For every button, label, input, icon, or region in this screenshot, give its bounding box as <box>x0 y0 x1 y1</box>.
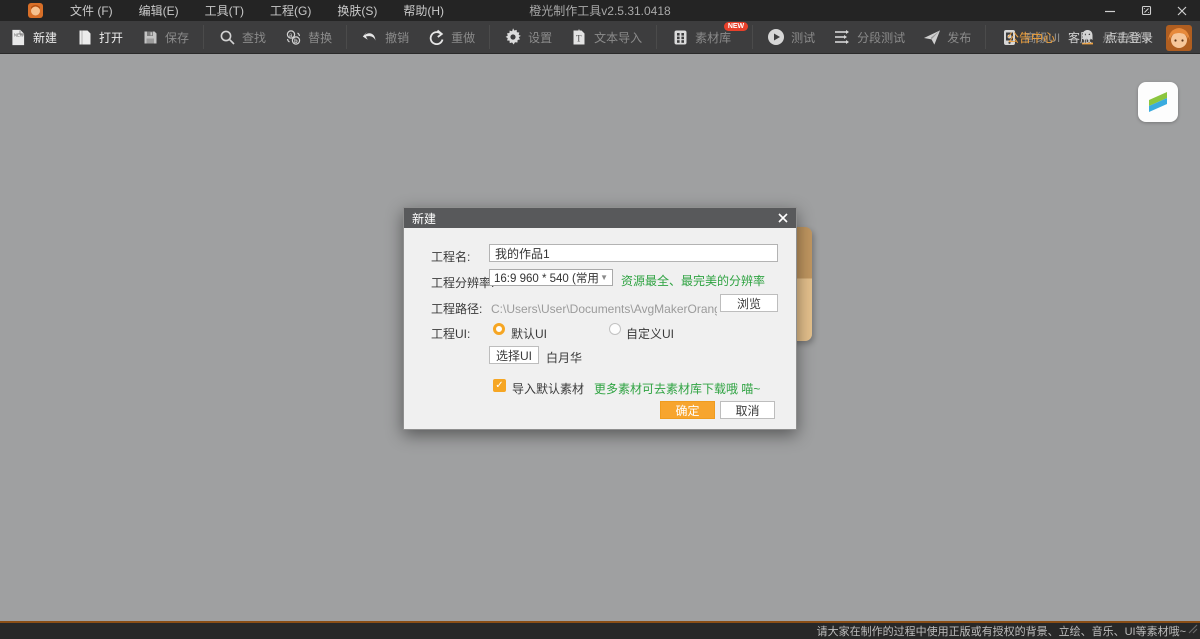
select-ui-button[interactable]: 选择UI <box>489 346 539 364</box>
toolbar-button-label: 保存 <box>165 29 189 46</box>
ui-theme-name: 白月华 <box>546 349 582 366</box>
custom-ui-radio-label[interactable]: 自定义UI <box>626 325 674 342</box>
engine-logo-tile <box>1138 82 1178 122</box>
segment-test-icon <box>833 28 851 46</box>
text-import-icon: T <box>570 28 588 46</box>
toolbar-divider <box>203 25 204 49</box>
announcement-center-link[interactable]: 公告中心 <box>1007 29 1055 46</box>
close-icon[interactable] <box>776 211 790 225</box>
publish-icon <box>923 28 941 46</box>
menu-project[interactable]: 工程(G) <box>257 2 324 19</box>
main-toolbar: NEW 新建 打开 保存 查找 ab 替换 撤销 <box>0 21 1200 54</box>
menu-tools[interactable]: 工具(T) <box>192 2 257 19</box>
chevron-down-icon: ▼ <box>600 273 608 282</box>
toolbar-divider <box>346 25 347 49</box>
toolbar-divider <box>656 25 657 49</box>
project-name-input[interactable] <box>489 244 778 262</box>
resolution-label: 工程分辨率: <box>431 274 494 291</box>
login-link[interactable]: 点击登录 <box>1105 29 1153 46</box>
user-avatar[interactable] <box>1166 25 1192 51</box>
toolbar-divider <box>752 25 753 49</box>
s-logo-icon <box>1144 88 1172 116</box>
toolbar-divider <box>985 25 986 49</box>
project-path-label: 工程路径: <box>431 300 482 317</box>
svg-text:b: b <box>294 39 298 45</box>
publish-button[interactable]: 发布 <box>914 21 980 53</box>
default-ui-radio[interactable] <box>493 323 505 335</box>
toolbar-right-cluster: 公告中心 客服 点击登录 <box>1007 21 1192 54</box>
open-project-button[interactable]: 打开 <box>66 21 132 53</box>
menu-skin[interactable]: 换肤(S) <box>324 2 390 19</box>
toolbar-button-label: 文本导入 <box>594 29 642 46</box>
toolbar-button-label: 分段测试 <box>857 29 905 46</box>
browse-button[interactable]: 浏览 <box>720 294 778 312</box>
ok-button[interactable]: 确定 <box>660 401 715 419</box>
project-name-label: 工程名: <box>431 248 470 265</box>
resolution-selected-value: 16:9 960 * 540 (常用) <box>494 270 598 286</box>
new-badge: NEW <box>724 22 748 31</box>
save-icon <box>141 28 159 46</box>
toolbar-button-label: 设置 <box>528 29 552 46</box>
resolution-hint: 资源最全、最完美的分辨率 <box>621 272 765 289</box>
open-file-icon <box>75 28 93 46</box>
toolbar-button-label: 替换 <box>308 29 332 46</box>
toolbar-button-label: 查找 <box>242 29 266 46</box>
menu-file[interactable]: 文件 (F) <box>57 2 126 19</box>
menu-edit[interactable]: 编辑(E) <box>126 2 192 19</box>
replace-button[interactable]: ab 替换 <box>275 21 341 53</box>
resize-grip-icon[interactable] <box>1188 624 1198 637</box>
replace-icon: ab <box>284 28 302 46</box>
restore-button[interactable] <box>1128 0 1164 21</box>
new-project-button[interactable]: NEW 新建 <box>0 21 66 53</box>
cancel-button[interactable]: 取消 <box>720 401 775 419</box>
find-button[interactable]: 查找 <box>209 21 275 53</box>
test-button[interactable]: 测试 <box>758 21 824 53</box>
toolbar-button-label: 素材库 <box>695 29 731 46</box>
play-icon <box>767 28 785 46</box>
new-file-icon: NEW <box>9 28 27 46</box>
toolbar-button-label: 打开 <box>99 29 123 46</box>
svg-text:T: T <box>576 33 582 43</box>
toolbar-button-label: 发布 <box>947 29 971 46</box>
redo-button[interactable]: 重做 <box>418 21 484 53</box>
window-title: 橙光制作工具v2.5.31.0418 <box>529 2 670 19</box>
toolbar-button-label: 重做 <box>451 29 475 46</box>
new-project-dialog: 新建 工程名: 工程分辨率: 16:9 960 * 540 (常用) ▼ 资源最… <box>403 207 797 430</box>
close-window-button[interactable] <box>1164 0 1200 21</box>
dialog-title: 新建 <box>412 210 436 227</box>
settings-button[interactable]: 设置 <box>495 21 561 53</box>
minimize-button[interactable] <box>1092 0 1128 21</box>
window-titlebar: 文件 (F) 编辑(E) 工具(T) 工程(G) 换肤(S) 帮助(H) 橙光制… <box>0 0 1200 21</box>
text-import-button[interactable]: T 文本导入 <box>561 21 651 53</box>
app-logo-icon <box>28 3 43 18</box>
dialog-titlebar[interactable]: 新建 <box>404 208 796 228</box>
customer-service-link[interactable]: 客服 <box>1068 29 1092 46</box>
toolbar-button-label: 测试 <box>791 29 815 46</box>
undo-icon <box>361 28 379 46</box>
resolution-select[interactable]: 16:9 960 * 540 (常用) ▼ <box>489 269 613 286</box>
import-materials-checkbox[interactable]: ✓ <box>493 379 506 392</box>
project-path-value: C:\Users\User\Documents\AvgMakerOrange\我… <box>491 300 717 317</box>
toolbar-button-label: 新建 <box>33 29 57 46</box>
status-bar: 请大家在制作的过程中使用正版或有授权的背景、立绘、音乐、UI等素材哦~ <box>0 621 1200 639</box>
save-button[interactable]: 保存 <box>132 21 198 53</box>
import-materials-label[interactable]: 导入默认素材 <box>512 380 584 397</box>
segment-test-button[interactable]: 分段测试 <box>824 21 914 53</box>
material-library-button[interactable]: 素材库 NEW <box>662 21 740 53</box>
gear-icon <box>504 28 522 46</box>
library-icon <box>671 28 689 46</box>
undo-button[interactable]: 撤销 <box>352 21 418 53</box>
toolbar-button-label: 撤销 <box>385 29 409 46</box>
custom-ui-radio[interactable] <box>609 323 621 335</box>
status-message: 请大家在制作的过程中使用正版或有授权的背景、立绘、音乐、UI等素材哦~ <box>817 623 1186 639</box>
project-ui-label: 工程UI: <box>431 325 470 342</box>
menu-help[interactable]: 帮助(H) <box>390 2 457 19</box>
import-materials-hint: 更多素材可去素材库下载哦 喵~ <box>594 380 760 397</box>
redo-icon <box>427 28 445 46</box>
default-ui-radio-label[interactable]: 默认UI <box>511 325 547 342</box>
toolbar-divider <box>489 25 490 49</box>
svg-text:NEW: NEW <box>14 32 24 37</box>
search-icon <box>218 28 236 46</box>
